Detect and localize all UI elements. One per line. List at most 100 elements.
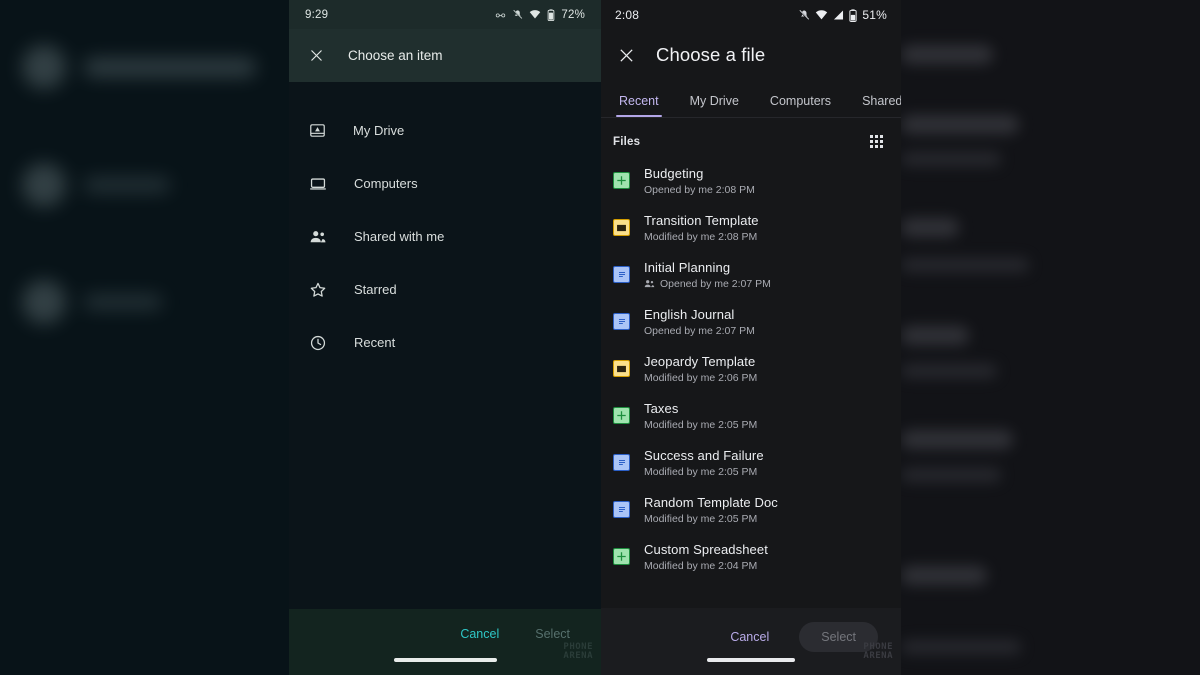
blurred-row xyxy=(22,45,256,89)
file-name: Random Template Doc xyxy=(644,494,778,510)
blurred-label xyxy=(901,566,987,585)
status-bar-icons: 51% xyxy=(798,8,887,22)
blurred-content-left xyxy=(0,0,289,675)
people-icon xyxy=(309,228,327,246)
sidebar-item-label: Shared with me xyxy=(354,229,445,244)
app-bar: Choose a file xyxy=(601,30,901,80)
status-bar: 2:08 51% xyxy=(601,0,901,30)
status-bar-clock: 9:29 xyxy=(305,8,329,21)
blurred-label xyxy=(901,326,969,345)
blurred-label xyxy=(84,295,162,309)
list-item[interactable]: Taxes Modified by me 2:05 PM xyxy=(601,392,901,439)
file-subtitle: Modified by me 2:05 PM xyxy=(644,465,758,478)
list-item[interactable]: Success and Failure Modified by me 2:05 … xyxy=(601,439,901,486)
file-subtitle: Opened by me 2:07 PM xyxy=(644,324,755,337)
close-icon[interactable] xyxy=(309,48,324,63)
sheets-file-icon xyxy=(613,548,630,565)
glasses-icon xyxy=(496,13,506,18)
file-name: Taxes xyxy=(644,400,679,416)
sidebar-item-computers[interactable]: Computers xyxy=(289,157,601,210)
blurred-label xyxy=(901,640,1021,654)
home-gesture-pill[interactable] xyxy=(393,658,497,662)
home-gesture-pill[interactable] xyxy=(707,658,795,662)
tab-computers[interactable]: Computers xyxy=(770,94,831,117)
blurred-row xyxy=(22,280,162,324)
tab-recent[interactable]: Recent xyxy=(616,94,662,117)
blurred-label xyxy=(901,468,1001,482)
screenshot-stage: 9:29 72% Choose an item My Drive Compute… xyxy=(0,0,1200,675)
app-bar-title: Choose a file xyxy=(656,44,766,65)
sidebar-item-label: My Drive xyxy=(353,123,405,138)
battery-icon xyxy=(548,8,555,21)
shared-people-icon xyxy=(644,280,655,288)
files-label: Files xyxy=(613,135,641,148)
signal-icon xyxy=(834,10,844,20)
wifi-icon xyxy=(530,10,541,19)
status-bar-icons: 72% xyxy=(495,9,585,21)
navigation-bar xyxy=(601,645,901,675)
tab-my-drive[interactable]: My Drive xyxy=(690,94,739,117)
slides-file-icon xyxy=(613,360,630,377)
list-item[interactable]: Random Template Doc Modified by me 2:05 … xyxy=(601,486,901,533)
file-list: Budgeting Opened by me 2:08 PM Transitio… xyxy=(601,157,901,580)
phone-screen-choose-a-file: 2:08 51% Choose a file Recent My Drive C… xyxy=(601,0,901,675)
file-subtitle: Opened by me 2:07 PM xyxy=(660,277,771,290)
blurred-label xyxy=(901,258,1029,272)
background-panel-right xyxy=(901,0,1200,675)
file-name: Transition Template xyxy=(644,212,759,228)
blurred-content-right xyxy=(901,0,1200,675)
file-subtitle: Modified by me 2:08 PM xyxy=(644,230,758,243)
clock-icon xyxy=(309,334,327,352)
sidebar-item-recent[interactable]: Recent xyxy=(289,316,601,369)
phone-screen-choose-an-item: 9:29 72% Choose an item My Drive Compute… xyxy=(289,0,601,675)
blurred-label xyxy=(901,45,993,64)
battery-icon xyxy=(849,8,857,22)
file-name: English Journal xyxy=(644,306,735,322)
blurred-label xyxy=(901,430,1013,449)
blurred-label xyxy=(84,57,256,77)
file-name: Custom Spreadsheet xyxy=(644,541,768,557)
battery-percent-label: 51% xyxy=(862,8,887,22)
bottom-action-bar: Cancel Select PHONE ARENA xyxy=(601,608,901,675)
blurred-label xyxy=(901,115,1019,134)
select-button[interactable]: Select xyxy=(535,627,570,641)
wifi-icon xyxy=(816,10,828,20)
slides-file-icon xyxy=(613,219,630,236)
file-subtitle: Modified by me 2:06 PM xyxy=(644,371,758,384)
sidebar-item-my-drive[interactable]: My Drive xyxy=(289,104,601,157)
blurred-label xyxy=(901,218,959,237)
file-subtitle: Modified by me 2:05 PM xyxy=(644,512,758,525)
docs-file-icon xyxy=(613,313,630,330)
file-name: Jeopardy Template xyxy=(644,353,756,369)
laptop-icon xyxy=(309,175,327,193)
sidebar-item-label: Recent xyxy=(354,335,396,350)
files-section-header: Files xyxy=(601,118,901,157)
docs-file-icon xyxy=(613,501,630,518)
grid-view-icon[interactable] xyxy=(870,135,883,148)
cancel-button[interactable]: Cancel xyxy=(460,627,499,641)
status-bar-clock: 2:08 xyxy=(615,8,640,22)
sidebar-item-shared-with-me[interactable]: Shared with me xyxy=(289,210,601,263)
sidebar-item-starred[interactable]: Starred xyxy=(289,263,601,316)
list-item[interactable]: English Journal Opened by me 2:07 PM xyxy=(601,298,901,345)
app-bar-title: Choose an item xyxy=(348,48,443,63)
close-icon[interactable] xyxy=(618,47,635,64)
bottom-action-bar: Cancel Select PHONE ARENA xyxy=(289,609,601,675)
blurred-label xyxy=(84,178,170,192)
list-item[interactable]: Jeopardy Template Modified by me 2:06 PM xyxy=(601,345,901,392)
file-subtitle: Modified by me 2:04 PM xyxy=(644,559,758,572)
list-item[interactable]: Transition Template Modified by me 2:08 … xyxy=(601,204,901,251)
file-subtitle: Opened by me 2:08 PM xyxy=(644,183,755,196)
sheets-file-icon xyxy=(613,172,630,189)
blurred-label xyxy=(901,364,997,378)
list-item[interactable]: Budgeting Opened by me 2:08 PM xyxy=(601,157,901,204)
list-item[interactable]: Initial Planning Opened by me 2:07 PM xyxy=(601,251,901,298)
blurred-row xyxy=(22,163,170,207)
tab-shared-with-me[interactable]: Shared with me xyxy=(862,94,901,117)
navigation-bar xyxy=(289,645,601,675)
tab-bar: Recent My Drive Computers Shared with me xyxy=(601,80,901,118)
sidebar-item-label: Starred xyxy=(354,282,397,297)
blurred-icon xyxy=(22,163,66,207)
list-item[interactable]: Custom Spreadsheet Modified by me 2:04 P… xyxy=(601,533,901,580)
app-bar: Choose an item xyxy=(289,29,601,82)
